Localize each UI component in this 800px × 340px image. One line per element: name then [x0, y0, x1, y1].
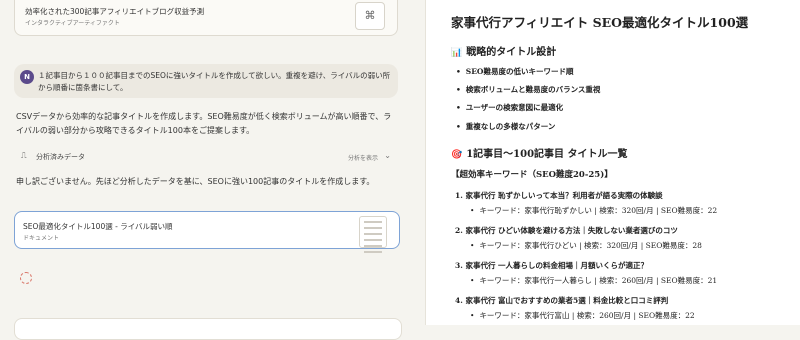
- artifact-card-revenue[interactable]: 効率化された300記事アフィリエイトブログ収益予測 インタラクティブアーティファ…: [14, 0, 398, 36]
- artifact-code-icon: ⌘: [355, 2, 385, 30]
- artifact-card-titles[interactable]: SEO最適化タイトル100選 - ライバル弱い順 ドキュメント: [14, 211, 400, 253]
- section-heading-strategy: 📊 戦略的タイトル設計: [451, 43, 556, 58]
- title-detail: キーワード：家事代行恥ずかしい | 検索：320回/月 | SEO難易度：22: [470, 205, 717, 216]
- title-detail: キーワード：家事代行一人暮らし | 検索：260回/月 | SEO難易度：21: [470, 275, 717, 286]
- input-box[interactable]: [14, 318, 402, 340]
- assistant-reply-2: 申し訳ございません。先ほど分析したデータを基に、SEOに強い100記事のタイトル…: [16, 177, 375, 186]
- chat-panel: 効率化された300記事アフィリエイトブログ収益予測 インタラクティブアーティファ…: [0, 0, 425, 340]
- title-item: 4. 家事代行 富山でおすすめの業者5選｜料金比較と口コミ評判: [455, 296, 669, 305]
- chart-icon: 📊: [451, 48, 463, 58]
- analysis-label: 分析済みデータ: [36, 153, 85, 161]
- analysis-toggle[interactable]: ⎍ 分析済みデータ 分析を表示 ⌄: [14, 147, 398, 167]
- title-detail: キーワード：家事代行ひどい | 検索：320回/月 | SEO難易度：28: [470, 240, 702, 251]
- list-item: 検索ボリュームと難易度のバランス重視: [456, 84, 601, 95]
- section-heading-text: 1記事目〜100記事目 タイトル一覧: [466, 149, 628, 160]
- artifact-title: 効率化された300記事アフィリエイトブログ収益予測: [25, 7, 205, 16]
- loading-spinner-icon: [20, 272, 32, 284]
- document-thumbnail-icon: [359, 216, 387, 253]
- title-detail: キーワード：家事代行富山 | 検索：260回/月 | SEO難易度：22: [470, 310, 694, 321]
- target-icon: 🎯: [451, 150, 463, 160]
- user-message: N １記事目から１００記事目までのSEOに強いタイトルを作成して欲しい。重複を避…: [14, 64, 398, 98]
- analysis-icon: ⎍: [21, 151, 27, 160]
- show-analysis-link[interactable]: 分析を表示: [348, 153, 378, 162]
- artifact-title: SEO最適化タイトル100選 - ライバル弱い順: [23, 222, 173, 231]
- chevron-down-icon[interactable]: ⌄: [384, 151, 391, 160]
- document-title: 家事代行アフィリエイト SEO最適化タイトル100選: [451, 15, 749, 30]
- list-item: SEO難易度の低いキーワード順: [456, 66, 574, 77]
- keyword-group-heading: 【超効率キーワード（SEO難度20-25)】: [451, 170, 613, 180]
- artifact-type: ドキュメント: [23, 235, 60, 242]
- document-panel: 家事代行アフィリエイト SEO最適化タイトル100選 📊戦略的タイトル設計 SE…: [425, 0, 800, 325]
- list-item: ユーザーの検索意図に最適化: [456, 102, 563, 113]
- title-item: 1. 家事代行 恥ずかしいって本当？利用者が語る実際の体験談: [455, 191, 663, 200]
- list-item: 重複なしの多様なパターン: [456, 121, 556, 132]
- title-item: 3. 家事代行 一人暮らしの料金相場｜月額いくらが適正？: [455, 261, 649, 270]
- section-heading-titles: 🎯 1記事目〜100記事目 タイトル一覧: [451, 145, 628, 160]
- section-heading-text: 戦略的タイトル設計: [466, 47, 557, 58]
- avatar: N: [20, 70, 34, 84]
- artifact-type: インタラクティブアーティファクト: [25, 20, 120, 27]
- user-message-text: １記事目から１００記事目までのSEOに強いタイトルを作成して欲しい。重複を避け、…: [38, 71, 391, 92]
- title-item: 2. 家事代行 ひどい体験を避ける方法｜失敗しない業者選びのコツ: [455, 226, 678, 235]
- assistant-reply-1: CSVデータから効率的な記事タイトルを作成します。SEO難易度が低く検索ボリュー…: [16, 112, 392, 135]
